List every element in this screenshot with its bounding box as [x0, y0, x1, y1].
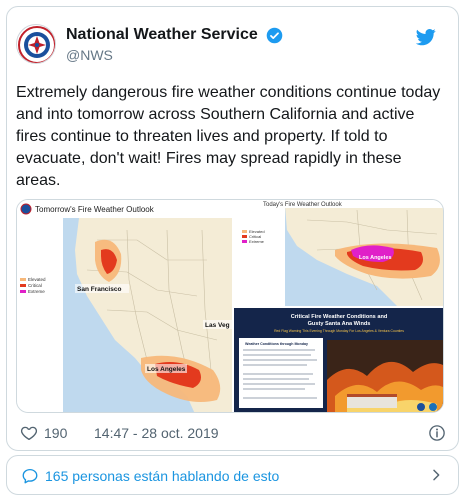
- right-label-la: Los Angeles: [359, 255, 392, 261]
- speech-bubble-icon: [22, 468, 38, 484]
- verified-badge-icon: [266, 27, 283, 43]
- tweet-meta: 190 14:47 - 28 oct. 2019: [20, 424, 446, 444]
- tweet-header: National Weather Service @NWS: [16, 24, 436, 70]
- heart-icon[interactable]: [20, 424, 38, 442]
- left-label-la: Los Angeles: [147, 366, 186, 373]
- right-legend-extreme: Extreme: [249, 239, 265, 244]
- tweet-text: Extremely dangerous fire weather conditi…: [16, 84, 441, 189]
- infographic-title-1: Critical Fire Weather Conditions and: [291, 314, 388, 320]
- author-name[interactable]: National Weather Service: [66, 26, 258, 44]
- infographic-box-title: Weather Conditions through Monday: [245, 342, 308, 346]
- media-collage: Tomorrow's Fire Weather Outlook Elevated…: [17, 200, 443, 412]
- conversation-label[interactable]: 165 personas están hablando de esto: [45, 468, 279, 484]
- like-count: 190: [44, 425, 68, 441]
- chevron-right-icon: [433, 469, 440, 481]
- right-map-title: Today's Fire Weather Outlook: [263, 202, 343, 208]
- nws-logo-avatar[interactable]: [16, 24, 56, 64]
- tweet-media[interactable]: Tomorrow's Fire Weather Outlook Elevated…: [16, 199, 444, 413]
- infographic-subtitle: Red Flag Warning This Evening Through Mo…: [274, 329, 404, 333]
- twitter-bird-icon[interactable]: [416, 27, 436, 47]
- left-outlook-map: Tomorrow's Fire Weather Outlook Elevated…: [17, 200, 232, 412]
- left-legend-extreme: Extreme: [28, 289, 45, 294]
- conversation-link[interactable]: 165 personas están hablando de esto: [6, 455, 459, 495]
- author-handle[interactable]: @NWS: [66, 47, 283, 63]
- fire-infographic: Critical Fire Weather Conditions and Gus…: [234, 308, 443, 412]
- left-legend-elevated: Elevated: [28, 277, 46, 282]
- left-label-sf: San Francisco: [77, 286, 121, 293]
- info-icon[interactable]: [428, 424, 446, 442]
- left-legend-critical: Critical: [28, 283, 42, 288]
- left-map-title: Tomorrow's Fire Weather Outlook: [35, 205, 155, 214]
- infographic-title-2: Gusty Santa Ana Winds: [308, 321, 371, 327]
- tweet-timestamp[interactable]: 14:47 - 28 oct. 2019: [94, 425, 219, 441]
- right-outlook-map: Today's Fire Weather Outlook Elevated Cr…: [234, 200, 443, 306]
- nws-logo-icon: [18, 26, 55, 63]
- left-label-lv: Las Veg: [205, 322, 230, 329]
